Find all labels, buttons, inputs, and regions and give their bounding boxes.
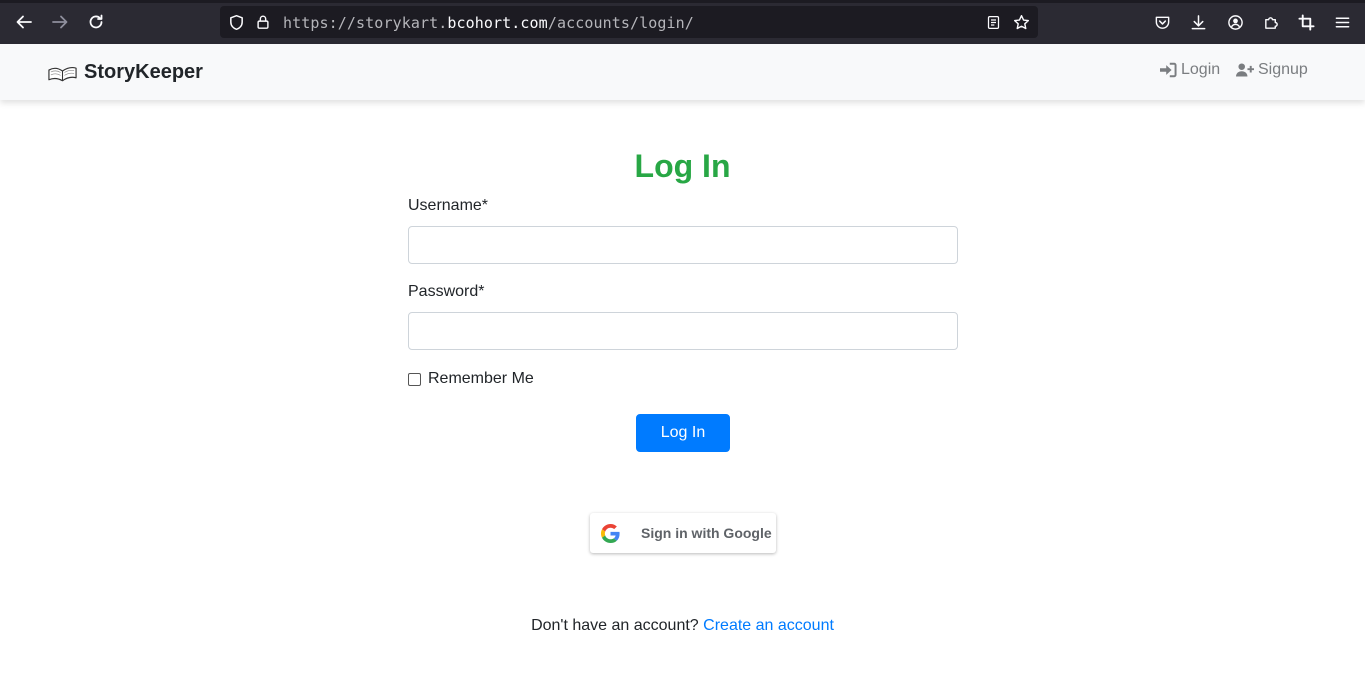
url-prefix: https://storykart.: [283, 14, 448, 32]
page-title: Log In: [634, 148, 731, 184]
extensions-icon[interactable]: [1261, 12, 1281, 32]
lock-icon[interactable]: [254, 13, 272, 31]
tracking-shield-icon[interactable]: [227, 13, 245, 31]
signup-prompt: Don't have an account? Create an account: [0, 617, 1365, 635]
user-plus-icon: [1236, 63, 1254, 77]
url-path: /accounts/login/: [547, 14, 694, 32]
remember-me-checkbox[interactable]: [408, 372, 421, 386]
account-icon[interactable]: [1225, 12, 1245, 32]
hamburger-menu-icon[interactable]: [1332, 12, 1352, 32]
back-arrow-icon[interactable]: [13, 11, 35, 33]
nav-signup-link[interactable]: Signup: [1236, 61, 1308, 79]
password-label: Password*: [408, 283, 485, 300]
google-g-icon: [601, 524, 620, 543]
screenshot-crop-icon[interactable]: [1296, 12, 1316, 32]
sign-in-icon: [1160, 62, 1177, 78]
site-navbar: StoryKeeper Login Signup: [0, 44, 1365, 100]
star-icon[interactable]: [1012, 13, 1030, 31]
pocket-icon[interactable]: [1152, 12, 1172, 32]
open-book-icon: [48, 66, 77, 82]
address-bar[interactable]: https://storykart.bcohort.com/accounts/l…: [220, 6, 1038, 38]
nav-login-label: Login: [1181, 61, 1221, 78]
url-host: bcohort.com: [447, 14, 548, 32]
google-signin-button[interactable]: Sign in with Google: [590, 513, 776, 553]
tab-strip-edge: [0, 0, 1365, 3]
signup-prompt-text: Don't have an account?: [531, 617, 699, 634]
google-signin-label: Sign in with Google: [641, 525, 772, 541]
login-button[interactable]: Log In: [636, 414, 730, 452]
reader-view-icon[interactable]: [984, 13, 1002, 31]
remember-me-label: Remember Me: [428, 370, 534, 387]
password-field[interactable]: [408, 312, 958, 350]
url-text[interactable]: https://storykart.bcohort.com/accounts/l…: [283, 14, 694, 32]
username-label: Username*: [408, 197, 489, 214]
brand-name: StoryKeeper: [84, 60, 203, 83]
remember-me[interactable]: Remember Me: [408, 370, 534, 388]
download-icon[interactable]: [1188, 12, 1208, 32]
username-field[interactable]: [408, 226, 958, 264]
nav-signup-label: Signup: [1258, 61, 1308, 78]
nav-login-link[interactable]: Login: [1159, 61, 1220, 79]
brand-link[interactable]: StoryKeeper: [47, 60, 203, 84]
forward-arrow-icon[interactable]: [49, 11, 71, 33]
create-account-link[interactable]: Create an account: [703, 617, 834, 634]
reload-icon[interactable]: [85, 11, 107, 33]
browser-toolbar: https://storykart.bcohort.com/accounts/l…: [0, 0, 1365, 44]
